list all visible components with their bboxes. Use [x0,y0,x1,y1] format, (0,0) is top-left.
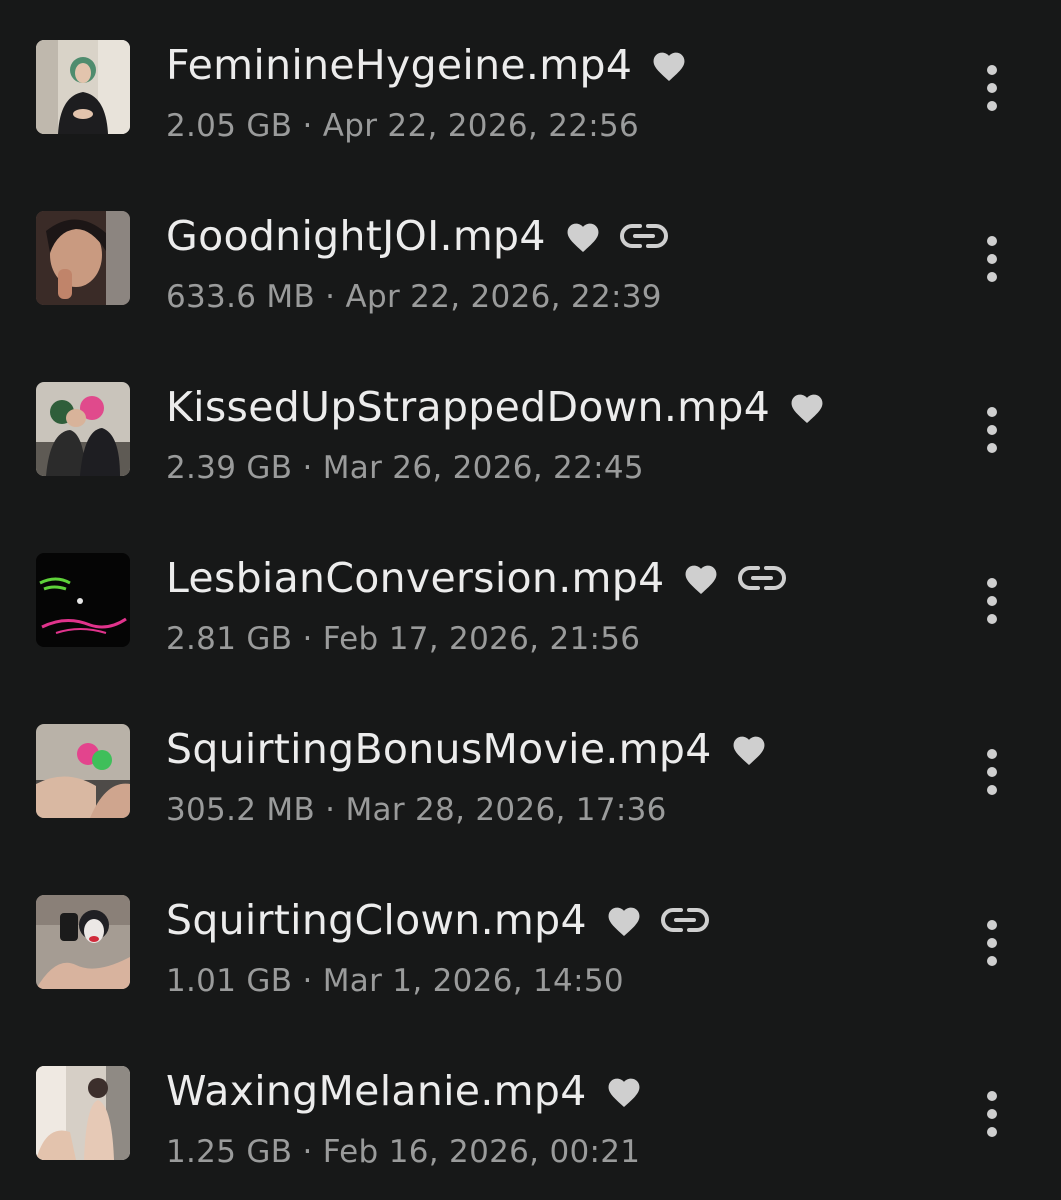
file-row[interactable]: WaxingMelanie.mp4 1.25 GB · Feb 16, 2026… [0,1026,1061,1197]
file-title-line: KissedUpStrappedDown.mp4 [166,382,826,432]
video-thumbnail-image [36,40,130,134]
meta-separator: · [325,279,336,315]
file-date: Mar 28, 2026, 17:36 [345,792,667,828]
file-meta: 633.6 MB · Apr 22, 2026, 22:39 [166,277,662,317]
video-thumbnail-image [36,211,130,305]
link-icon[interactable] [660,906,709,934]
video-thumbnail[interactable] [36,895,130,989]
file-meta: 1.01 GB · Mar 1, 2026, 14:50 [166,961,624,1001]
file-name[interactable]: WaxingMelanie.mp4 [166,1066,587,1116]
video-thumbnail[interactable] [36,553,130,647]
more-options-button[interactable] [968,404,1016,456]
file-size: 305.2 MB [166,792,316,828]
file-title-line: WaxingMelanie.mp4 [166,1066,643,1116]
file-title-line: SquirtingBonusMovie.mp4 [166,724,768,774]
file-name[interactable]: GoodnightJOI.mp4 [166,211,546,261]
link-icon[interactable] [619,222,668,250]
meta-separator: · [302,963,313,999]
file-date: Feb 17, 2026, 21:56 [322,621,641,657]
heart-icon[interactable] [564,219,602,253]
more-vertical-icon [987,749,997,795]
file-name[interactable]: FeminineHygeine.mp4 [166,40,632,90]
video-thumbnail-image [36,382,130,476]
more-vertical-icon [987,65,997,111]
more-options-button[interactable] [968,575,1016,627]
video-thumbnail[interactable] [36,1066,130,1160]
file-row[interactable]: SquirtingBonusMovie.mp4 305.2 MB · Mar 2… [0,684,1061,855]
file-date: Apr 22, 2026, 22:56 [322,108,640,144]
heart-icon[interactable] [682,561,720,595]
video-thumbnail[interactable] [36,724,130,818]
file-row[interactable]: KissedUpStrappedDown.mp4 2.39 GB · Mar 2… [0,342,1061,513]
more-options-button[interactable] [968,233,1016,285]
more-vertical-icon [987,1091,997,1137]
more-options-button[interactable] [968,746,1016,798]
file-date: Mar 1, 2026, 14:50 [322,963,624,999]
heart-icon[interactable] [605,903,643,937]
more-vertical-icon [987,920,997,966]
file-meta: 2.81 GB · Feb 17, 2026, 21:56 [166,619,640,659]
meta-separator: · [302,1134,313,1170]
file-name[interactable]: KissedUpStrappedDown.mp4 [166,382,770,432]
more-options-button[interactable] [968,1088,1016,1140]
more-options-button[interactable] [968,917,1016,969]
file-meta: 2.39 GB · Mar 26, 2026, 22:45 [166,448,644,488]
file-size: 2.39 GB [166,450,293,486]
video-thumbnail[interactable] [36,382,130,476]
link-icon[interactable] [738,564,787,592]
meta-separator: · [325,792,336,828]
file-name[interactable]: LesbianConversion.mp4 [166,553,664,603]
file-size: 1.25 GB [166,1134,293,1170]
more-options-button[interactable] [968,62,1016,114]
file-row[interactable]: LesbianConversion.mp4 2.81 GB · Feb 17, … [0,513,1061,684]
file-size: 633.6 MB [166,279,316,315]
file-row[interactable]: FeminineHygeine.mp4 2.05 GB · Apr 22, 20… [0,0,1061,171]
file-title-line: FeminineHygeine.mp4 [166,40,688,90]
file-size: 2.81 GB [166,621,293,657]
file-title-line: GoodnightJOI.mp4 [166,211,668,261]
file-title-line: SquirtingClown.mp4 [166,895,709,945]
video-thumbnail-image [36,553,130,647]
video-thumbnail-image [36,895,130,989]
heart-icon[interactable] [650,48,688,82]
file-title-line: LesbianConversion.mp4 [166,553,787,603]
file-meta: 305.2 MB · Mar 28, 2026, 17:36 [166,790,667,830]
file-size: 2.05 GB [166,108,293,144]
file-name[interactable]: SquirtingClown.mp4 [166,895,587,945]
more-vertical-icon [987,236,997,282]
meta-separator: · [302,108,313,144]
video-thumbnail-image [36,724,130,818]
heart-icon[interactable] [788,390,826,424]
more-vertical-icon [987,578,997,624]
video-thumbnail[interactable] [36,211,130,305]
file-date: Feb 16, 2026, 00:21 [322,1134,641,1170]
file-meta: 1.25 GB · Feb 16, 2026, 00:21 [166,1132,640,1172]
file-meta: 2.05 GB · Apr 22, 2026, 22:56 [166,106,639,146]
heart-icon[interactable] [730,732,768,766]
file-size: 1.01 GB [166,963,293,999]
video-thumbnail[interactable] [36,40,130,134]
file-name[interactable]: SquirtingBonusMovie.mp4 [166,724,712,774]
file-date: Mar 26, 2026, 22:45 [322,450,644,486]
file-row[interactable]: SquirtingClown.mp4 1.01 GB · Mar 1, 2026… [0,855,1061,1026]
file-date: Apr 22, 2026, 22:39 [345,279,662,315]
more-vertical-icon [987,407,997,453]
meta-separator: · [302,450,313,486]
meta-separator: · [302,621,313,657]
file-row[interactable]: GoodnightJOI.mp4 633.6 MB · Apr 22, 2026… [0,171,1061,342]
heart-icon[interactable] [605,1074,643,1108]
file-list: FeminineHygeine.mp4 2.05 GB · Apr 22, 20… [0,0,1061,1200]
video-thumbnail-image [36,1066,130,1160]
